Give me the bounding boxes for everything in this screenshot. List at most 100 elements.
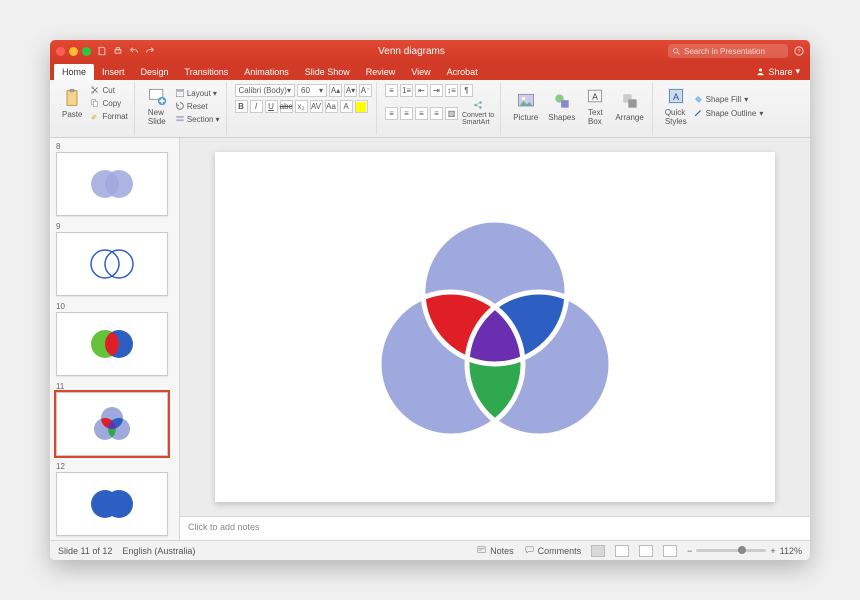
align-center-button[interactable]: ≡ xyxy=(400,107,413,120)
outdent-button[interactable]: ⇤ xyxy=(415,84,428,97)
zoom-control[interactable]: − + 112% xyxy=(687,546,802,556)
group-slides: New Slide Layout▾ Reset Section▾ xyxy=(139,82,227,135)
current-slide[interactable] xyxy=(215,152,775,502)
layout-icon xyxy=(175,88,185,98)
highlight-button[interactable] xyxy=(355,100,368,113)
linespacing-button[interactable]: ↕≡ xyxy=(445,84,458,97)
venn3-diagram xyxy=(325,192,665,462)
search-placeholder: Search in Presentation xyxy=(684,47,765,56)
maximize-icon[interactable] xyxy=(82,47,91,56)
bucket-icon xyxy=(693,94,703,104)
underline-button[interactable]: U xyxy=(265,100,278,113)
subscript-button[interactable]: x₂ xyxy=(295,100,308,113)
svg-text:A: A xyxy=(673,92,680,102)
tab-animations[interactable]: Animations xyxy=(236,64,297,80)
notes-button[interactable]: Notes xyxy=(476,545,514,556)
ribbon-tabs: Home Insert Design Transitions Animation… xyxy=(50,62,810,80)
bold-button[interactable]: B xyxy=(235,100,248,113)
smartart-button[interactable]: Convert to SmartArt xyxy=(460,100,496,126)
quickstyles-button[interactable]: AQuick Styles xyxy=(661,84,691,128)
group-font: Calibri (Body)▾ 60▾ A▴ A▾ A⁻ B I U abc x… xyxy=(231,82,377,135)
zoom-out-button[interactable]: − xyxy=(687,546,692,556)
comments-button[interactable]: Comments xyxy=(524,545,582,556)
new-slide-button[interactable]: New Slide xyxy=(143,84,171,128)
app-window: Venn diagrams Search in Presentation ? H… xyxy=(50,40,810,560)
slideshow-view-button[interactable] xyxy=(663,545,677,557)
help-icon[interactable]: ? xyxy=(794,46,804,56)
minimize-icon[interactable] xyxy=(69,47,78,56)
tab-insert[interactable]: Insert xyxy=(94,64,133,80)
save-icon[interactable] xyxy=(97,46,107,56)
tab-home[interactable]: Home xyxy=(54,64,94,80)
share-icon xyxy=(756,67,765,76)
picture-button[interactable]: Picture xyxy=(509,89,542,124)
zoom-slider[interactable] xyxy=(696,549,766,552)
share-button[interactable]: Share▾ xyxy=(750,63,806,80)
thumb-9[interactable]: 9 xyxy=(56,222,173,296)
section-button[interactable]: Section▾ xyxy=(173,113,222,125)
slide-thumbnails[interactable]: 8 9 10 11 xyxy=(50,138,180,540)
tab-transitions[interactable]: Transitions xyxy=(177,64,237,80)
decrease-font-button[interactable]: A▾ xyxy=(344,84,357,97)
paste-button[interactable]: Paste xyxy=(58,86,86,121)
close-icon[interactable] xyxy=(56,47,65,56)
search-input[interactable]: Search in Presentation xyxy=(668,44,788,58)
bullets-button[interactable]: ≡ xyxy=(385,84,398,97)
clear-format-button[interactable]: A⁻ xyxy=(359,84,372,97)
thumb-8[interactable]: 8 xyxy=(56,142,173,216)
reading-view-button[interactable] xyxy=(639,545,653,557)
zoom-level[interactable]: 112% xyxy=(780,546,802,556)
tab-review[interactable]: Review xyxy=(358,64,404,80)
numbering-button[interactable]: 1≡ xyxy=(400,84,413,97)
document-title: Venn diagrams xyxy=(155,46,668,57)
sorter-view-button[interactable] xyxy=(615,545,629,557)
thumb-12[interactable]: 12 xyxy=(56,462,173,536)
textbox-button[interactable]: AText Box xyxy=(581,84,609,128)
charspacing-button[interactable]: AV xyxy=(310,100,323,113)
language-indicator[interactable]: English (Australia) xyxy=(122,546,195,556)
thumb-10[interactable]: 10 xyxy=(56,302,173,376)
font-size-combo[interactable]: 60▾ xyxy=(297,84,327,97)
new-slide-icon xyxy=(147,86,167,106)
layout-button[interactable]: Layout▾ xyxy=(173,87,222,99)
arrange-button[interactable]: Arrange xyxy=(611,89,647,124)
tab-view[interactable]: View xyxy=(403,64,438,80)
format-painter-button[interactable]: Format xyxy=(88,110,129,122)
align-right-button[interactable]: ≡ xyxy=(415,107,428,120)
copy-button[interactable]: Copy xyxy=(88,97,129,109)
thumb-11[interactable]: 11 xyxy=(56,382,173,456)
textdirection-button[interactable]: ¶ xyxy=(460,84,473,97)
tab-slideshow[interactable]: Slide Show xyxy=(297,64,358,80)
font-color-button[interactable]: A xyxy=(340,100,353,113)
notes-pane[interactable]: Click to add notes xyxy=(180,516,810,540)
comments-icon xyxy=(524,545,535,556)
normal-view-button[interactable] xyxy=(591,545,605,557)
group-paragraph: ≡ 1≡ ⇤ ⇥ ↕≡ ¶ ≡ ≡ ≡ ≡ ▥ Convert to Smart… xyxy=(381,82,501,135)
increase-font-button[interactable]: A▴ xyxy=(329,84,342,97)
redo-icon[interactable] xyxy=(145,46,155,56)
align-left-button[interactable]: ≡ xyxy=(385,107,398,120)
italic-button[interactable]: I xyxy=(250,100,263,113)
group-shape-style: AQuick Styles Shape Fill▾ Shape Outline▾ xyxy=(657,82,768,135)
strike-button[interactable]: abc xyxy=(280,100,293,113)
notes-icon xyxy=(476,545,487,556)
print-icon[interactable] xyxy=(113,46,123,56)
tab-acrobat[interactable]: Acrobat xyxy=(439,64,486,80)
pen-icon xyxy=(693,108,703,118)
reset-button[interactable]: Reset xyxy=(173,100,222,112)
tab-design[interactable]: Design xyxy=(133,64,177,80)
editor-body: 8 9 10 11 xyxy=(50,138,810,540)
canvas[interactable] xyxy=(180,138,810,516)
shape-fill-button[interactable]: Shape Fill▾ xyxy=(693,94,764,104)
indent-button[interactable]: ⇥ xyxy=(430,84,443,97)
shape-outline-button[interactable]: Shape Outline▾ xyxy=(693,108,764,118)
zoom-in-button[interactable]: + xyxy=(770,546,775,556)
svg-text:A: A xyxy=(593,91,599,101)
font-name-combo[interactable]: Calibri (Body)▾ xyxy=(235,84,295,97)
shapes-button[interactable]: Shapes xyxy=(544,89,579,124)
justify-button[interactable]: ≡ xyxy=(430,107,443,120)
undo-icon[interactable] xyxy=(129,46,139,56)
changecase-button[interactable]: Aa xyxy=(325,100,338,113)
columns-button[interactable]: ▥ xyxy=(445,107,458,120)
cut-button[interactable]: Cut xyxy=(88,84,129,96)
